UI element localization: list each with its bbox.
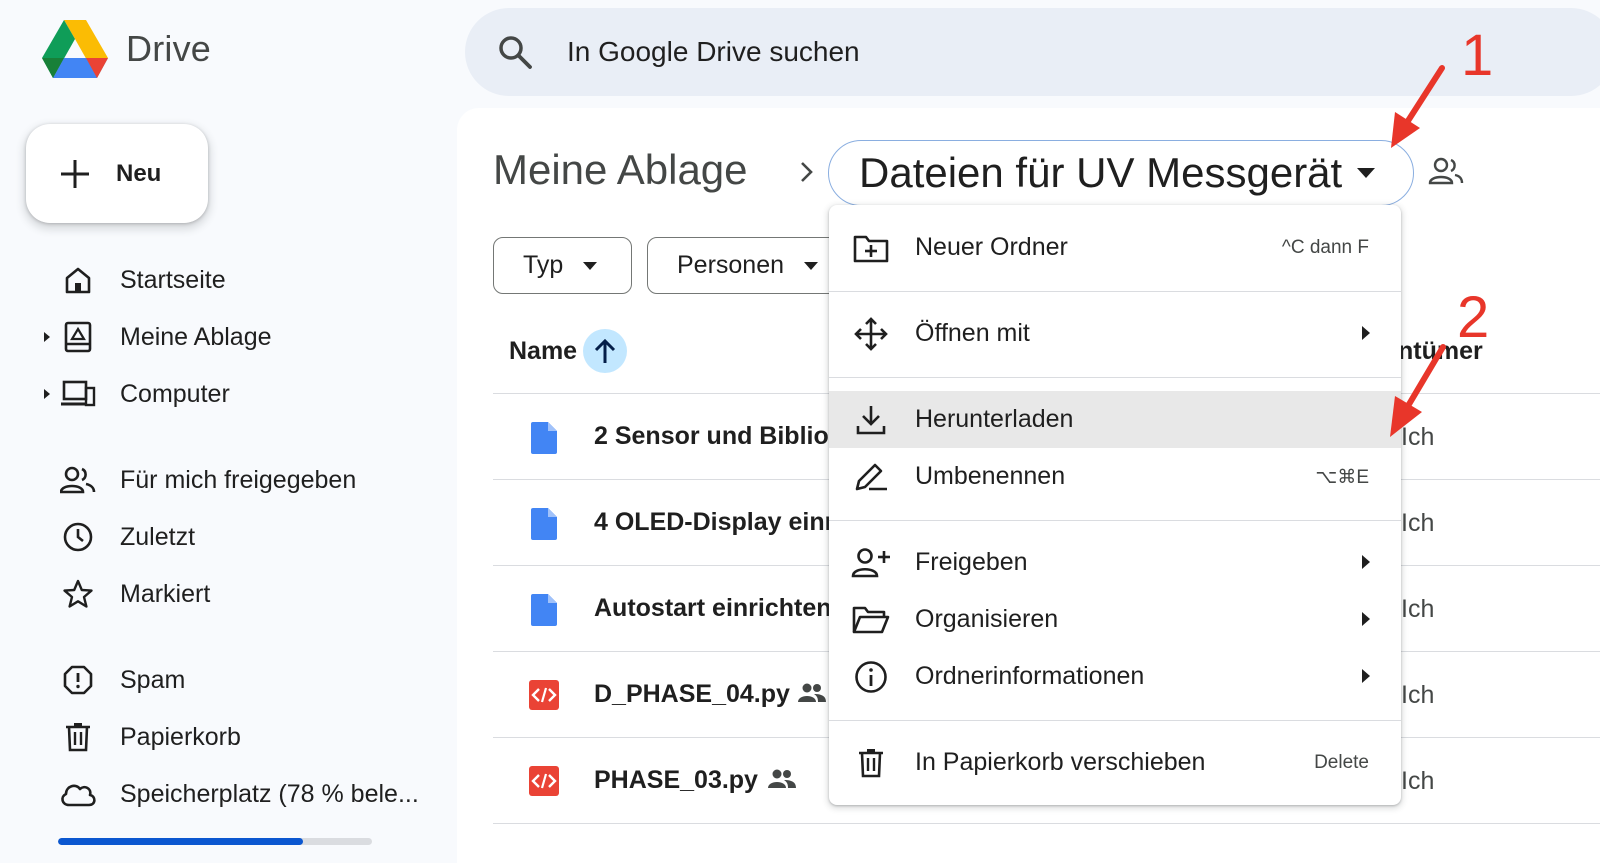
menu-divider [829, 377, 1401, 378]
rename-pencil-icon [851, 460, 891, 494]
filter-type-chip[interactable]: Typ [493, 237, 632, 294]
menu-divider [829, 520, 1401, 521]
sidebar-item-spam[interactable]: Spam [36, 655, 446, 705]
menu-item-move-to-trash[interactable]: In Papierkorb verschieben Delete [829, 734, 1401, 791]
shared-people-icon [798, 683, 826, 703]
file-name: 2 Sensor und Bibliot [594, 422, 838, 450]
menu-item-rename[interactable]: Umbenennen ⌥⌘E [829, 448, 1401, 505]
info-icon [851, 660, 891, 694]
code-file-icon [529, 680, 559, 710]
sidebar-item-computer[interactable]: Computer [36, 369, 446, 419]
sidebar-item-my-drive[interactable]: Meine Ablage [36, 312, 446, 362]
home-icon [58, 260, 98, 300]
folder-open-icon [851, 603, 891, 637]
storage-progress-fill [58, 838, 303, 845]
new-button[interactable]: Neu [26, 124, 208, 223]
computer-icon [58, 374, 98, 414]
submenu-arrow-icon [1361, 611, 1371, 627]
file-owner: Ich [1401, 681, 1435, 709]
search-input[interactable] [567, 30, 1467, 74]
file-name: Autostart einrichten [594, 594, 832, 622]
trash-icon [58, 717, 98, 757]
sidebar-item-trash[interactable]: Papierkorb [36, 712, 446, 762]
new-folder-icon [851, 231, 891, 265]
annotation-marker-2: 2 [1457, 285, 1490, 350]
search-icon[interactable] [497, 34, 533, 70]
arrow-up-icon [594, 338, 616, 363]
file-name: D_PHASE_04.py [594, 680, 790, 708]
code-file-icon [529, 766, 559, 796]
filter-people-chip[interactable]: Personen [647, 237, 847, 294]
trash-icon [851, 746, 891, 780]
my-drive-icon [58, 317, 98, 357]
sidebar-item-shared[interactable]: Für mich freigegeben [36, 455, 446, 505]
menu-item-organize[interactable]: Organisieren [829, 591, 1401, 648]
drive-logo[interactable]: Drive [42, 20, 211, 78]
sidebar-item-home[interactable]: Startseite [36, 255, 446, 305]
download-icon [851, 403, 891, 437]
dropdown-arrow-icon [1356, 167, 1376, 179]
menu-divider [829, 291, 1401, 292]
storage-progress-bar [58, 838, 372, 845]
menu-divider [829, 720, 1401, 721]
menu-item-open-with[interactable]: Öffnen mit [829, 305, 1401, 362]
breadcrumb-current-folder[interactable]: Dateien für UV Messgerät [828, 140, 1414, 206]
sort-ascending-button[interactable] [583, 329, 627, 373]
sidebar-item-storage[interactable]: Speicherplatz (78 % bele... [36, 769, 446, 819]
app-name: Drive [126, 28, 212, 69]
plus-icon [60, 159, 90, 189]
file-owner: Ich [1401, 595, 1435, 623]
folder-context-menu: Neuer Ordner ^C dann F Öffnen mit Herunt… [829, 205, 1401, 805]
star-icon [58, 574, 98, 614]
file-name: 4 OLED-Display einr [594, 508, 835, 536]
spam-icon [58, 660, 98, 700]
file-owner: Ich [1401, 509, 1435, 537]
drive-logo-icon [42, 20, 108, 78]
google-doc-icon [531, 422, 557, 454]
new-button-label: Neu [116, 159, 162, 187]
expand-caret-icon[interactable] [36, 331, 58, 343]
file-name: PHASE_03.py [594, 766, 758, 794]
menu-item-share[interactable]: Freigeben [829, 534, 1401, 591]
search-bar[interactable] [465, 8, 1600, 96]
shared-people-icon [58, 460, 98, 500]
menu-item-new-folder[interactable]: Neuer Ordner ^C dann F [829, 219, 1401, 276]
menu-item-download[interactable]: Herunterladen [829, 391, 1401, 448]
file-owner: Ich [1401, 423, 1435, 451]
cloud-icon [58, 774, 98, 814]
open-with-icon [851, 317, 891, 351]
column-header-name[interactable]: Name [509, 337, 577, 366]
expand-caret-icon[interactable] [36, 388, 58, 400]
breadcrumb-root[interactable]: Meine Ablage [493, 146, 748, 194]
submenu-arrow-icon [1361, 668, 1371, 684]
google-doc-icon [531, 508, 557, 540]
divider [493, 823, 1600, 824]
clock-icon [58, 517, 98, 557]
sidebar-item-recent[interactable]: Zuletzt [36, 512, 446, 562]
sidebar-item-starred[interactable]: Markiert [36, 569, 446, 619]
submenu-arrow-icon [1361, 554, 1371, 570]
file-owner: Ich [1401, 767, 1435, 795]
annotation-marker-1: 1 [1461, 23, 1494, 88]
google-doc-icon [531, 594, 557, 626]
chevron-right-icon [797, 158, 817, 186]
submenu-arrow-icon [1361, 325, 1371, 341]
menu-item-folder-info[interactable]: Ordnerinformationen [829, 648, 1401, 705]
chevron-down-icon [583, 261, 598, 270]
chevron-down-icon [804, 261, 819, 270]
shared-people-icon [768, 769, 796, 789]
share-person-add-icon [851, 546, 891, 580]
shared-folder-people-icon[interactable] [1428, 156, 1464, 186]
